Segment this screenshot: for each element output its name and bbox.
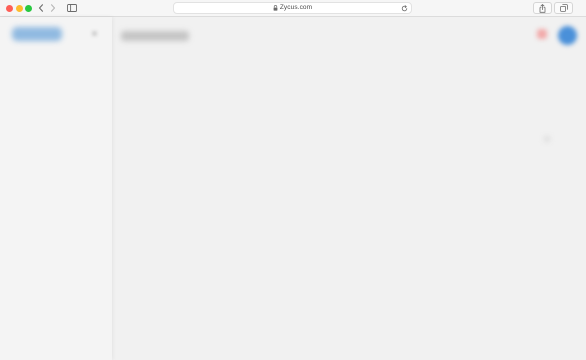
close-window-button[interactable] — [6, 5, 13, 12]
sidebar-collapse-icon[interactable] — [92, 31, 97, 36]
user-avatar[interactable] — [558, 26, 577, 45]
share-button[interactable] — [533, 2, 552, 14]
back-button[interactable] — [35, 2, 47, 14]
minimize-window-button[interactable] — [15, 5, 23, 12]
notification-icon[interactable] — [537, 29, 547, 39]
browser-toolbar: Zycus.com — [0, 0, 586, 17]
address-bar[interactable]: Zycus.com — [173, 2, 412, 14]
tabs-overview-icon — [559, 4, 568, 12]
zoom-window-button[interactable] — [25, 5, 32, 12]
page-content — [0, 17, 586, 360]
sidebar-toggle-button[interactable] — [64, 2, 80, 14]
url-text: Zycus.com — [279, 3, 313, 11]
tab-overview-button[interactable] — [554, 2, 573, 14]
browser-window: Zycus.com — [0, 0, 586, 360]
chevron-left-icon — [38, 4, 44, 12]
app-logo[interactable] — [12, 27, 62, 41]
reload-icon[interactable] — [400, 5, 408, 13]
page-title-blurred — [121, 31, 189, 41]
forward-button[interactable] — [47, 2, 59, 14]
chevron-right-icon — [50, 4, 56, 12]
app-sidebar — [0, 17, 112, 360]
help-icon[interactable] — [543, 135, 551, 143]
lock-icon — [273, 5, 278, 11]
share-icon — [539, 3, 546, 13]
sidebar-icon — [67, 4, 77, 12]
